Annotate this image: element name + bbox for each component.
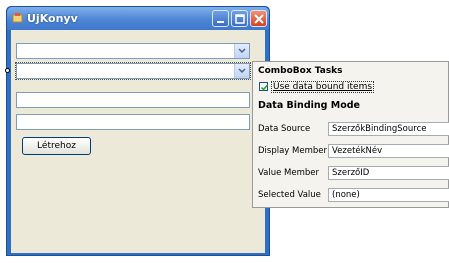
close-button[interactable] [250, 10, 267, 27]
display-member-label: Display Member [258, 146, 327, 156]
minimize-icon [217, 21, 224, 23]
dropdown-button[interactable] [234, 44, 249, 58]
minimize-button[interactable] [212, 10, 229, 27]
selected-value-label: Selected Value [258, 190, 321, 200]
year-textbox[interactable] [16, 114, 250, 130]
panel-header: ComboBox Tasks [258, 66, 343, 76]
value-member-label: Value Member [258, 168, 320, 178]
display-member-select[interactable]: VezetékNév [328, 144, 449, 158]
author-combobox-1[interactable] [16, 43, 250, 59]
maximize-icon [235, 14, 245, 24]
author-combobox-2[interactable] [15, 62, 251, 80]
checkmark-icon [260, 84, 269, 91]
create-button[interactable]: Létrehoz [22, 137, 91, 155]
selected-value-select[interactable]: (none) [328, 188, 449, 202]
close-icon [254, 14, 264, 24]
section-title: Data Binding Mode [258, 100, 360, 111]
window-title: UjKonyv [27, 12, 78, 25]
chevron-down-icon [238, 48, 246, 54]
title-textbox[interactable] [16, 92, 250, 108]
use-data-bound-checkbox[interactable] [259, 82, 269, 91]
use-data-bound-label[interactable]: Use data bound items [271, 81, 375, 93]
data-source-label: Data Source [258, 124, 311, 134]
value-member-select[interactable]: SzerzőID [328, 166, 449, 180]
app-icon [12, 13, 23, 23]
maximize-button[interactable] [231, 10, 248, 27]
combobox-tasks-panel: ComboBox Tasks Use data bound items Data… [252, 61, 449, 208]
data-source-select[interactable]: SzerzőkBindingSource [328, 122, 449, 136]
title-bar[interactable]: UjKonyv [7, 7, 269, 30]
resize-handle-left[interactable] [5, 68, 10, 73]
selection-frame [15, 62, 251, 80]
